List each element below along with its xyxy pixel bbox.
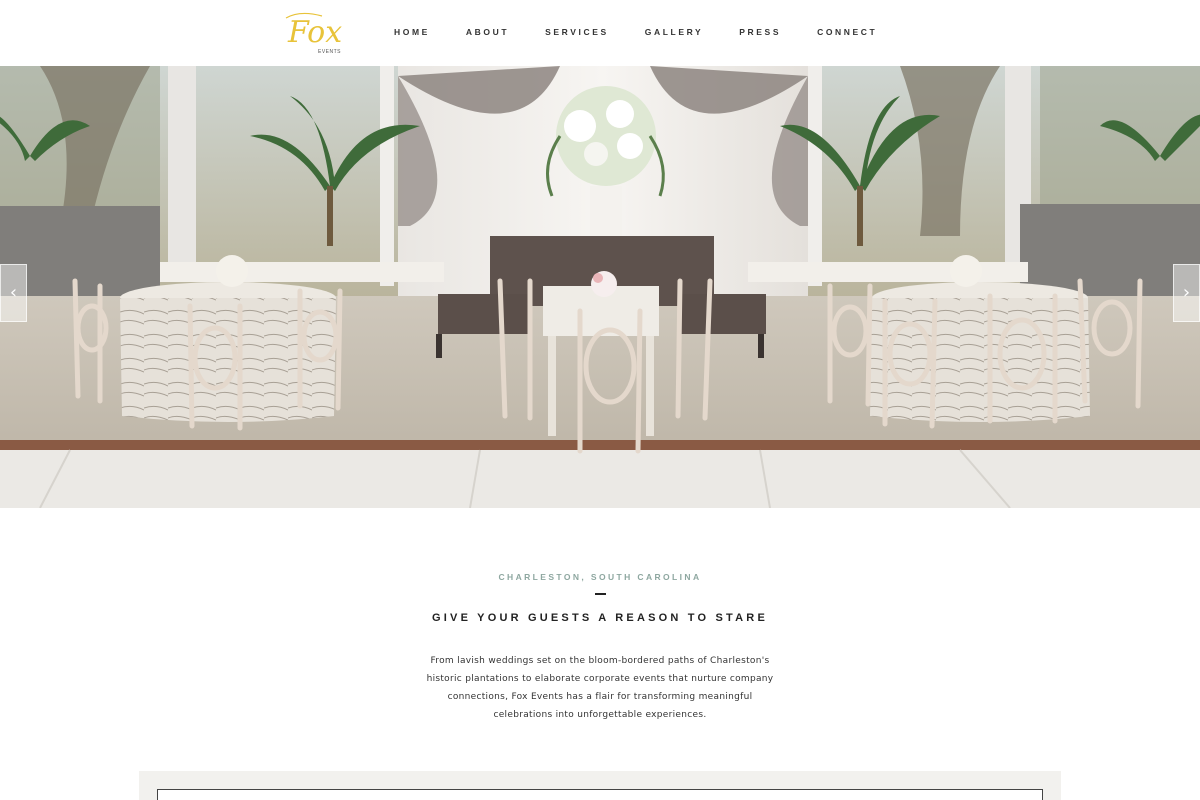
hero-next-button[interactable]: › xyxy=(1173,264,1200,322)
nav-gallery[interactable]: GALLERY xyxy=(645,24,704,40)
chevron-left-icon: ‹ xyxy=(9,282,18,303)
site-header: Fox EVENTS HOME ABOUT SERVICES GALLERY P… xyxy=(0,0,1200,66)
nav-press[interactable]: PRESS xyxy=(739,24,781,40)
nav-connect[interactable]: CONNECT xyxy=(817,24,877,40)
fox-events-logo[interactable]: Fox EVENTS xyxy=(282,6,342,58)
hero-prev-button[interactable]: ‹ xyxy=(0,264,27,322)
nav-about[interactable]: ABOUT xyxy=(466,24,509,40)
intro-paragraph: From lavish weddings set on the bloom-bo… xyxy=(426,656,774,720)
hero-slider: ‹ › xyxy=(0,66,1200,508)
nav-home[interactable]: HOME xyxy=(394,24,430,40)
location-eyebrow: CHARLESTON, SOUTH CAROLINA xyxy=(498,572,702,582)
logo-script: Fox xyxy=(287,15,342,50)
section-divider xyxy=(595,593,606,595)
main-nav: HOME ABOUT SERVICES GALLERY PRESS CONNEC… xyxy=(376,24,895,40)
hero-image xyxy=(0,66,1200,508)
logo-subtitle: EVENTS xyxy=(318,49,341,55)
section-headline: GIVE YOUR GUESTS A REASON TO STARE xyxy=(432,612,768,624)
next-section-frame xyxy=(157,789,1043,800)
nav-services[interactable]: SERVICES xyxy=(545,24,609,40)
chevron-right-icon: › xyxy=(1182,282,1191,303)
